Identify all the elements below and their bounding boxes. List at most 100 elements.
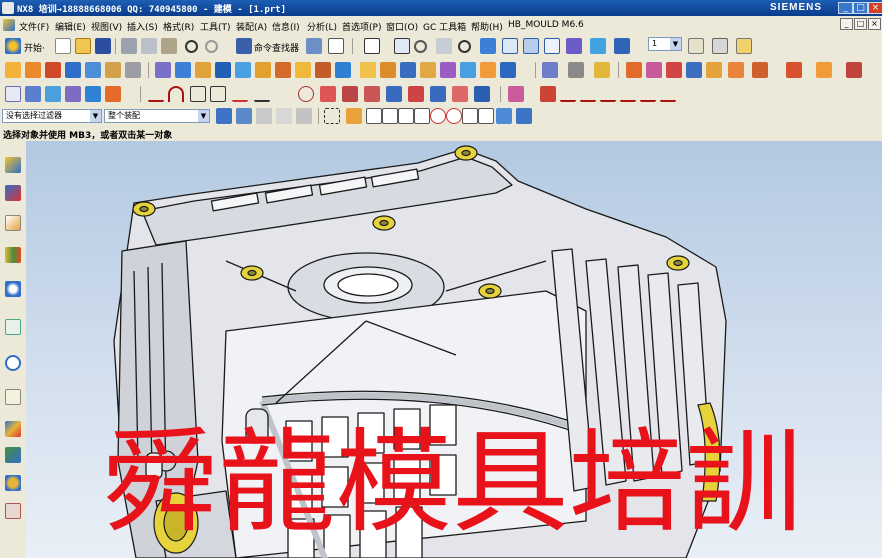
mold-tools-icon[interactable] (728, 62, 744, 78)
section-curve-icon[interactable] (364, 86, 380, 102)
doc-close-button[interactable]: × (868, 18, 881, 30)
orient-view-icon[interactable] (590, 38, 606, 54)
graphics-viewport[interactable]: 舜龍模具培訓 (26, 141, 882, 558)
quick-pick-icon[interactable] (296, 108, 312, 124)
menu-edit[interactable]: 编辑(E) (55, 20, 86, 33)
workpiece-icon[interactable] (686, 62, 702, 78)
point-on-curve-snap-icon[interactable] (478, 108, 494, 124)
zoom-window-icon[interactable] (394, 38, 410, 54)
through-curves-icon[interactable] (25, 86, 41, 102)
layer-settings-icon[interactable] (688, 38, 704, 54)
rotate-icon[interactable] (458, 40, 471, 53)
highlight-icon[interactable] (276, 108, 292, 124)
trim-body-icon[interactable] (335, 62, 351, 78)
extract-geometry-icon[interactable] (5, 86, 21, 102)
smooth-spline-icon[interactable] (560, 86, 576, 102)
bounded-plane-icon[interactable] (85, 86, 101, 102)
wireframe-icon[interactable] (502, 38, 518, 54)
thread-icon[interactable] (500, 62, 516, 78)
redo-icon[interactable] (205, 40, 218, 53)
pocket-icon[interactable] (175, 62, 191, 78)
save-icon[interactable] (95, 38, 111, 54)
menu-hb-mould[interactable]: HB_MOULD M6.6 (508, 20, 584, 30)
bounded-grid-snap-icon[interactable] (516, 108, 532, 124)
process-studio-icon[interactable] (5, 389, 21, 405)
n-sided-surface-icon[interactable] (105, 86, 121, 102)
slot-icon[interactable] (215, 62, 231, 78)
datum-csys-icon[interactable] (594, 62, 610, 78)
web-browser-icon[interactable] (5, 319, 21, 335)
start-icon[interactable] (5, 38, 21, 54)
sphere-icon[interactable] (105, 62, 121, 78)
menu-file[interactable]: 文件(F) (19, 20, 49, 33)
quadrant-snap-icon[interactable] (446, 108, 462, 124)
rib-icon[interactable] (255, 62, 271, 78)
minimize-button[interactable]: _ (838, 2, 853, 14)
extract-curve-icon[interactable] (386, 86, 402, 102)
fit-view-icon[interactable] (364, 38, 380, 54)
existing-point-snap-icon[interactable] (462, 108, 478, 124)
chevron-down-icon[interactable]: ▼ (670, 38, 681, 50)
palette-icon[interactable] (5, 503, 21, 519)
menu-tools[interactable]: 工具(T) (200, 20, 231, 33)
edges-icon[interactable] (523, 38, 539, 54)
snap-point-toggle-icon[interactable] (346, 108, 362, 124)
intersection-curve-icon[interactable] (342, 86, 358, 102)
machine-tool-icon[interactable] (5, 475, 21, 491)
sew-icon[interactable] (542, 62, 558, 78)
part-navigator-icon[interactable] (5, 215, 21, 231)
curve-length-icon[interactable] (540, 86, 556, 102)
intersection-snap-icon[interactable] (414, 108, 430, 124)
composite-curve-icon[interactable] (620, 86, 636, 102)
cavity-layout-icon[interactable] (706, 62, 722, 78)
studio-icon[interactable] (566, 38, 582, 54)
filter-settings-icon[interactable] (216, 108, 232, 124)
doc-minimize-button[interactable]: _ (840, 18, 853, 30)
groove-icon[interactable] (235, 62, 251, 78)
mold-wizard-icon[interactable] (626, 62, 642, 78)
standard-part-icon[interactable] (816, 62, 832, 78)
arc-icon[interactable] (168, 86, 184, 102)
parting-icon[interactable] (752, 62, 768, 78)
new-file-icon[interactable] (55, 38, 71, 54)
paste-icon[interactable] (161, 38, 177, 54)
chevron-down-icon[interactable]: ▼ (198, 110, 209, 122)
hd3d-tools-icon[interactable] (5, 281, 21, 297)
midpoint-snap-icon[interactable] (382, 108, 398, 124)
maximize-button[interactable]: □ (853, 2, 868, 14)
type-filter-select[interactable]: 没有选择过滤器 ▼ (2, 109, 102, 123)
history-icon[interactable] (5, 355, 21, 371)
rectangle-icon[interactable] (190, 86, 206, 102)
menu-format[interactable]: 格式(R) (163, 20, 194, 33)
polygon-icon[interactable] (210, 86, 226, 102)
pad-icon[interactable] (195, 62, 211, 78)
boss-icon[interactable] (155, 62, 171, 78)
menu-gc-toolkit[interactable]: GC 工具箱 (423, 20, 466, 33)
command-finder-button[interactable]: 命令查找器 (254, 41, 299, 54)
copy-to-layer-icon[interactable] (736, 38, 752, 54)
extrude-icon[interactable] (25, 62, 41, 78)
zoom-icon[interactable] (414, 40, 427, 53)
menu-help[interactable]: 帮助(H) (471, 20, 503, 33)
nx-app-icon[interactable] (2, 2, 14, 14)
divide-curve-icon[interactable] (474, 86, 490, 102)
line-icon[interactable] (148, 86, 164, 102)
chevron-down-icon[interactable]: ▼ (90, 110, 101, 122)
arc-center-snap-icon[interactable] (430, 108, 446, 124)
pattern-icon[interactable] (460, 62, 476, 78)
menu-analysis[interactable]: 分析(L) (307, 20, 337, 33)
join-curve-icon[interactable] (408, 86, 424, 102)
cylinder-icon[interactable] (85, 62, 101, 78)
document-icon[interactable] (3, 19, 15, 31)
endpoint-snap-icon[interactable] (366, 108, 382, 124)
control-point-snap-icon[interactable] (398, 108, 414, 124)
doc-restore-button[interactable]: □ (854, 18, 867, 30)
menu-assembly[interactable]: 装配(A) (236, 20, 267, 33)
cut-icon[interactable] (121, 38, 137, 54)
mirror-icon[interactable] (480, 62, 496, 78)
menu-preferences[interactable]: 首选项(P) (342, 20, 381, 33)
text-icon[interactable] (276, 86, 292, 102)
offset-face-icon[interactable] (440, 62, 456, 78)
edge-blend-icon[interactable] (360, 62, 376, 78)
trim-curve-icon[interactable] (452, 86, 468, 102)
